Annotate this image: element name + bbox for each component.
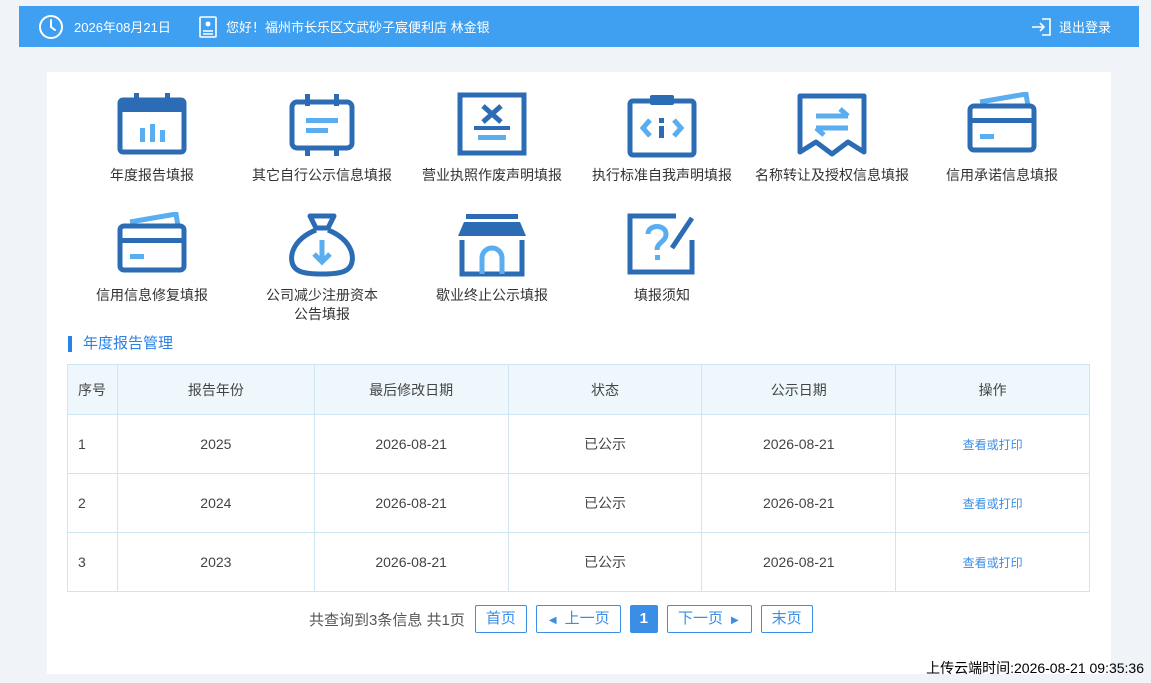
upload-timestamp: 上传云端时间:2026-08-21 09:35:36 bbox=[926, 660, 1144, 676]
cell-year: 2025 bbox=[116, 414, 315, 474]
cell-publish-date: 2026-08-21 bbox=[701, 414, 897, 474]
section-title-annual-report-mgmt: 年度报告管理 bbox=[68, 336, 173, 352]
question-edit-icon bbox=[626, 212, 698, 278]
col-header-status: 状态 bbox=[507, 364, 703, 415]
view-print-link[interactable]: 查看或打印 bbox=[895, 473, 1090, 533]
prev-page-button[interactable]: ◀ 上一页 bbox=[535, 605, 621, 633]
tile-label: 年度报告填报 bbox=[110, 167, 194, 183]
clock-icon bbox=[38, 14, 64, 40]
greeting-text: 您好！福州市长乐区文武砂子宸便利店 林金银 bbox=[226, 20, 490, 35]
current-date: 2026年08月21日 bbox=[74, 20, 171, 35]
cell-publish-date: 2026-08-21 bbox=[701, 473, 897, 533]
cell-modified: 2026-08-21 bbox=[313, 532, 509, 592]
tile-business-termination[interactable]: 歇业终止公示填报 bbox=[407, 212, 577, 305]
cell-index: 2 bbox=[67, 473, 118, 533]
col-header-action: 操作 bbox=[895, 364, 1090, 415]
tile-annual-report[interactable]: 年度报告填报 bbox=[67, 92, 237, 185]
tile-label: 其它自行公示信息填报 bbox=[252, 167, 392, 183]
tile-label: 营业执照作废声明填报 bbox=[422, 167, 562, 183]
tile-name-transfer[interactable]: 名称转让及授权信息填报 bbox=[747, 92, 917, 185]
main-panel: 年度报告填报 其它自行公示信息填报 营业执照作废声明填报 执行标准自我声明填报 … bbox=[47, 72, 1111, 674]
tile-credit-commitment[interactable]: 信用承诺信息填报 bbox=[917, 91, 1087, 185]
cell-publish-date: 2026-08-21 bbox=[701, 532, 897, 592]
table-row: 3 2023 2026-08-21 已公示 2026-08-21 查看或打印 bbox=[67, 532, 1090, 592]
caret-right-icon: ▶ bbox=[730, 615, 739, 626]
table-header-row: 序号 报告年份 最后修改日期 状态 公示日期 操作 bbox=[67, 364, 1090, 415]
date-display: 2026年08月21日 bbox=[38, 6, 171, 47]
current-page-button[interactable]: 1 bbox=[629, 605, 658, 633]
next-page-button[interactable]: 下一页 ▶ bbox=[666, 605, 752, 633]
pagination: 共查询到3条信息 共1页 首页 ◀ 上一页 1 下一页 ▶ 末页 bbox=[309, 605, 822, 633]
tile-filing-notice[interactable]: 填报须知 bbox=[577, 212, 747, 305]
col-header-year: 报告年份 bbox=[116, 364, 315, 415]
tile-capital-reduction[interactable]: 公司减少注册资本 公告填报 bbox=[237, 212, 407, 324]
easel-board-icon bbox=[286, 92, 358, 158]
cancel-document-icon bbox=[456, 92, 528, 158]
user-greeting: 您好！福州市长乐区文武砂子宸便利店 林金银 bbox=[199, 6, 490, 47]
cell-status: 已公示 bbox=[507, 532, 703, 592]
next-page-label: 下一页 bbox=[677, 610, 723, 627]
tile-label: 信用信息修复填报 bbox=[96, 287, 208, 303]
tile-credit-repair[interactable]: 信用信息修复填报 bbox=[67, 211, 237, 305]
cell-status: 已公示 bbox=[507, 473, 703, 533]
tile-label: 歇业终止公示填报 bbox=[436, 287, 548, 303]
logout-button[interactable]: 退出登录 bbox=[1030, 6, 1111, 47]
col-header-modified: 最后修改日期 bbox=[313, 364, 509, 415]
annual-report-table: 序号 报告年份 最后修改日期 状态 公示日期 操作 1 2025 2026-08… bbox=[67, 364, 1090, 592]
col-header-publish-date: 公示日期 bbox=[701, 364, 897, 415]
cell-year: 2023 bbox=[116, 532, 315, 592]
pagination-info: 共查询到3条信息 共1页 bbox=[309, 611, 465, 629]
caret-left-icon: ◀ bbox=[548, 615, 557, 626]
calendar-chart-icon bbox=[116, 92, 188, 158]
store-icon bbox=[456, 212, 528, 278]
cell-year: 2024 bbox=[116, 473, 315, 533]
first-page-button[interactable]: 首页 bbox=[474, 605, 527, 633]
id-card-icon bbox=[199, 15, 217, 38]
table-row: 2 2024 2026-08-21 已公示 2026-08-21 查看或打印 bbox=[67, 473, 1090, 533]
tile-label-line1: 公司减少注册资本 bbox=[266, 287, 378, 303]
credit-card-repair-icon bbox=[116, 211, 188, 278]
tile-label: 名称转让及授权信息填报 bbox=[755, 167, 909, 183]
table-row: 1 2025 2026-08-21 已公示 2026-08-21 查看或打印 bbox=[67, 414, 1090, 474]
money-bag-icon bbox=[286, 212, 358, 278]
tile-label: 公司减少注册资本 公告填报 bbox=[237, 286, 407, 324]
tile-label-line2: 公告填报 bbox=[294, 306, 350, 322]
cell-modified: 2026-08-21 bbox=[313, 473, 509, 533]
col-header-index: 序号 bbox=[67, 364, 118, 415]
cell-status: 已公示 bbox=[507, 414, 703, 474]
cell-index: 1 bbox=[67, 414, 118, 474]
prev-page-label: 上一页 bbox=[564, 610, 610, 627]
credit-card-icon bbox=[966, 91, 1038, 158]
last-page-button[interactable]: 末页 bbox=[760, 605, 813, 633]
tile-label: 填报须知 bbox=[634, 287, 690, 303]
view-print-link[interactable]: 查看或打印 bbox=[895, 414, 1090, 474]
cell-index: 3 bbox=[67, 532, 118, 592]
tile-license-void[interactable]: 营业执照作废声明填报 bbox=[407, 92, 577, 185]
cell-modified: 2026-08-21 bbox=[313, 414, 509, 474]
tile-label: 信用承诺信息填报 bbox=[946, 167, 1058, 183]
view-print-link[interactable]: 查看或打印 bbox=[895, 532, 1090, 592]
tile-standard-declaration[interactable]: 执行标准自我声明填报 bbox=[577, 92, 747, 185]
tile-other-disclosure[interactable]: 其它自行公示信息填报 bbox=[237, 92, 407, 185]
logout-label: 退出登录 bbox=[1058, 20, 1111, 35]
top-header-bar: 2026年08月21日 您好！福州市长乐区文武砂子宸便利店 林金银 退出登录 bbox=[19, 6, 1139, 47]
transfer-receipt-icon bbox=[796, 92, 868, 158]
logout-icon bbox=[1030, 17, 1052, 37]
clipboard-code-icon bbox=[626, 92, 698, 158]
tile-label: 执行标准自我声明填报 bbox=[592, 167, 732, 183]
